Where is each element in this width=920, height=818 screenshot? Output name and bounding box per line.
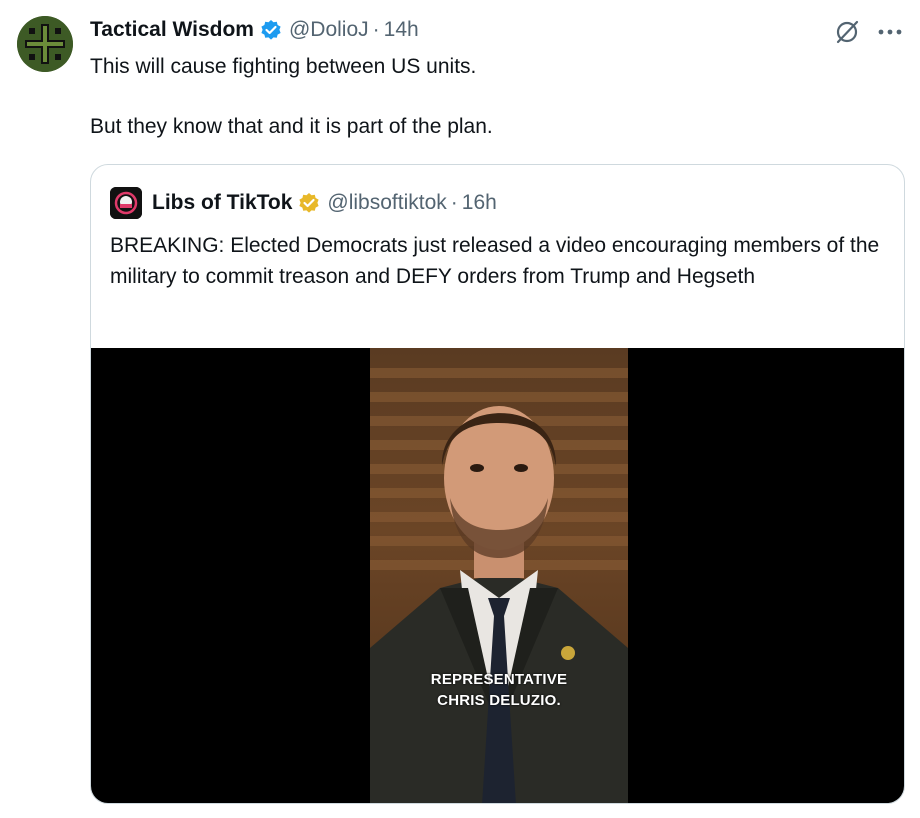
dot-separator: · [372, 18, 380, 41]
quoted-tweet-text: BREAKING: Elected Democrats just release… [110, 234, 880, 288]
video-frame: REPRESENTATIVE CHRIS DELUZIO. [370, 348, 628, 803]
more-options-icon[interactable] [876, 20, 904, 44]
dot-separator: · [450, 191, 458, 214]
cross-logo-icon [17, 16, 73, 72]
libs-logo-icon [110, 187, 142, 219]
tweet-text-line: This will cause fighting between US unit… [90, 55, 477, 78]
timestamp[interactable]: 14h [384, 18, 419, 42]
author-handle[interactable]: @DolioJ [289, 18, 369, 42]
author-name[interactable]: Tactical Wisdom [90, 18, 254, 42]
tweet-text-line: But they know that and it is part of the… [90, 115, 493, 138]
author-avatar[interactable] [17, 16, 73, 72]
quoted-video[interactable]: REPRESENTATIVE CHRIS DELUZIO. [91, 348, 904, 803]
quoted-author-name[interactable]: Libs of TikTok [152, 191, 292, 215]
speaker-figure [370, 406, 628, 803]
quoted-timestamp[interactable]: 16h [462, 191, 497, 215]
quoted-author-handle[interactable]: @libsoftiktok [327, 191, 446, 215]
verified-badge-icon[interactable] [260, 19, 282, 41]
caption-line: REPRESENTATIVE [430, 671, 568, 688]
grok-icon[interactable] [834, 19, 860, 45]
quoted-author-avatar[interactable] [110, 187, 142, 219]
video-caption: REPRESENTATIVE CHRIS DELUZIO. [370, 669, 628, 711]
caption-line: CHRIS DELUZIO. [437, 692, 561, 709]
gold-verified-badge-icon[interactable] [298, 192, 320, 214]
tweet-text: This will cause fighting between US unit… [90, 52, 890, 142]
tweet-header: Tactical Wisdom @DolioJ · 14h [90, 14, 419, 46]
quoted-tweet-header: Libs of TikTok @libsoftiktok · 16h [110, 186, 497, 220]
quoted-tweet[interactable]: Libs of TikTok @libsoftiktok · 16h BREAK… [90, 164, 905, 804]
